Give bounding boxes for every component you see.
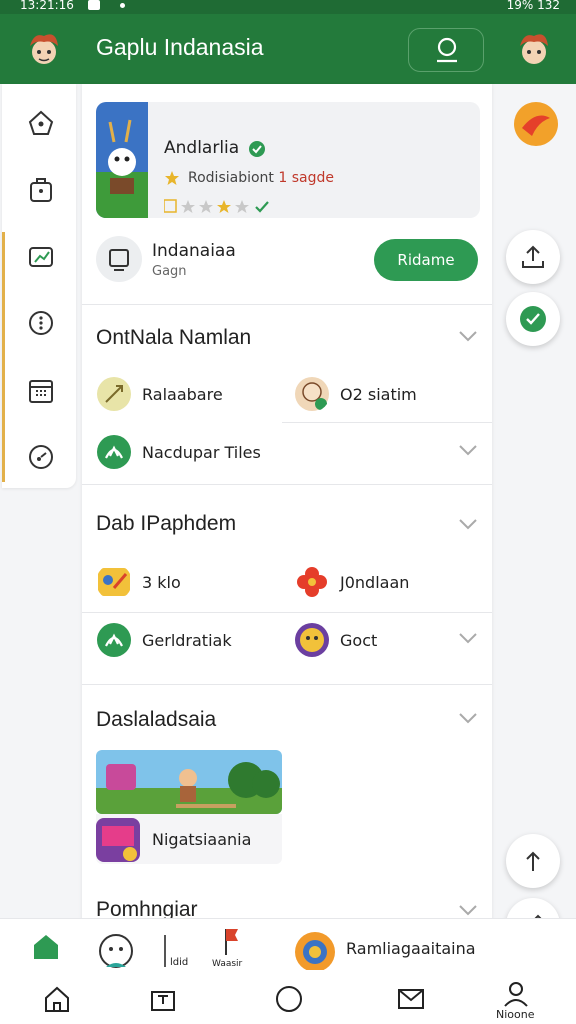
item-label: Ralaabare	[142, 385, 223, 404]
content-strip: ldid Waasir Ramliagaaitaina	[0, 918, 576, 973]
avatar-icon	[295, 377, 329, 411]
game-icon	[96, 818, 140, 862]
bottom-nav: Nioone	[0, 970, 576, 1024]
user-avatar[interactable]	[96, 236, 142, 282]
chevron-down-icon[interactable]	[458, 632, 478, 644]
chevron-down-icon[interactable]	[458, 444, 478, 456]
strip-label: Ramliagaaitaina	[346, 939, 476, 958]
strip-small-text: ldid	[170, 957, 189, 968]
divider	[82, 612, 492, 613]
star-icon	[181, 200, 195, 213]
home-icon[interactable]	[32, 933, 60, 959]
user-sub: Gagn	[152, 264, 187, 279]
cartoon-face-icon[interactable]	[96, 929, 136, 969]
game-card[interactable]: Nigatsiaania	[96, 814, 282, 864]
green-logo-icon	[97, 435, 131, 469]
profile-avatar-icon[interactable]	[514, 30, 554, 70]
side-rail	[2, 84, 76, 488]
rating-stars	[164, 199, 269, 213]
wallet-nav-icon[interactable]	[148, 984, 178, 1014]
section-title: Dab IPaphdem	[96, 512, 237, 535]
main-panel: Andlarlia Rodisiabiont 1 sagde Indanaiaa…	[82, 84, 492, 1024]
item-label: Gerldratiak	[142, 631, 232, 650]
arrow-feather-icon	[97, 377, 131, 411]
chevron-down-icon[interactable]	[458, 904, 478, 916]
location-pin-icon	[437, 37, 457, 63]
list-item[interactable]: Gerldratiak	[96, 622, 286, 662]
featured-name: Andlarlia	[164, 138, 240, 158]
item-label: 3 klo	[142, 573, 181, 592]
flag-icon[interactable]	[222, 927, 242, 957]
status-battery: 19% 132	[506, 0, 560, 12]
avatar-icon[interactable]	[24, 30, 64, 70]
divider	[282, 422, 492, 423]
item-label: Goct	[340, 631, 378, 650]
item-label: O2 siatim	[340, 385, 417, 404]
divider	[164, 935, 166, 967]
chart-card-icon[interactable]	[26, 242, 56, 272]
app-title: Gaplu Indanasia	[96, 34, 264, 60]
user-name: Indanaiaa	[152, 241, 236, 261]
featured-card[interactable]: Andlarlia Rodisiabiont 1 sagde	[96, 102, 480, 218]
divider	[82, 304, 492, 305]
list-item[interactable]: J0ndlaan	[294, 564, 484, 604]
cartoon-icon	[98, 568, 130, 596]
list-item[interactable]: Goct	[294, 622, 484, 662]
home-nav-icon[interactable]	[42, 984, 72, 1014]
purple-face-icon	[295, 623, 329, 657]
home-outline-icon[interactable]	[26, 108, 56, 138]
arrow-up-icon	[526, 851, 540, 871]
list-item[interactable]: 3 klo	[96, 564, 286, 604]
red-flower-icon	[297, 567, 327, 597]
divider	[82, 484, 492, 485]
mail-nav-icon[interactable]	[396, 984, 426, 1014]
notification-icon	[88, 0, 100, 10]
scroll-top-button[interactable]	[506, 834, 560, 888]
featured-subtitle: Rodisiabiont 1 sagde	[188, 170, 334, 186]
clock-icon[interactable]	[26, 442, 56, 472]
star-badge-icon	[165, 171, 179, 185]
bag-icon[interactable]	[26, 174, 56, 204]
status-bar: 13:21:16 19% 132	[0, 0, 576, 14]
list-item[interactable]: O2 siatim	[294, 376, 484, 416]
circle-nav-icon[interactable]	[274, 984, 304, 1014]
confirm-button[interactable]	[506, 292, 560, 346]
profile-nav-icon[interactable]	[502, 980, 530, 1008]
calendar-icon[interactable]	[26, 376, 56, 406]
list-item[interactable]: Ralaabare	[96, 376, 286, 416]
profile-nav-label: Nioone	[496, 1008, 535, 1021]
share-button[interactable]	[506, 230, 560, 284]
star-icon	[235, 200, 249, 213]
primary-action-button[interactable]: Ridame	[374, 239, 478, 281]
item-label: J0ndlaan	[340, 573, 410, 592]
chevron-down-icon[interactable]	[458, 712, 478, 724]
orange-orb-icon[interactable]	[294, 931, 336, 973]
chevron-down-icon[interactable]	[458, 518, 478, 530]
status-time: 13:21:16	[20, 0, 74, 12]
check-circle-icon	[520, 306, 546, 332]
section-title: Daslaladsaia	[96, 708, 217, 731]
green-logo-icon	[97, 623, 131, 657]
info-circle-icon[interactable]	[26, 308, 56, 338]
square-outline-icon	[109, 249, 129, 271]
game-label: Nigatsiaania	[152, 830, 252, 849]
item-label: Nacdupar Tiles	[142, 443, 261, 462]
share-icon	[522, 245, 544, 268]
divider	[82, 684, 492, 685]
location-button[interactable]	[408, 28, 484, 72]
rail-accent	[2, 232, 5, 482]
game-thumbnail-icon	[96, 102, 148, 218]
game-banner-image[interactable]	[96, 750, 282, 814]
status-dot-icon	[120, 3, 125, 8]
strip-small-text-2: Waasir	[212, 959, 243, 969]
list-item[interactable]: Nacdupar Tiles	[96, 434, 286, 474]
section-title: OntNala Namlan	[96, 326, 252, 349]
chevron-down-icon[interactable]	[458, 330, 478, 342]
star-icon	[199, 200, 213, 213]
verified-icon	[249, 141, 265, 157]
brand-logo-icon[interactable]	[512, 100, 560, 148]
star-icon	[217, 200, 231, 213]
app-bar: Gaplu Indanasia	[0, 14, 576, 84]
